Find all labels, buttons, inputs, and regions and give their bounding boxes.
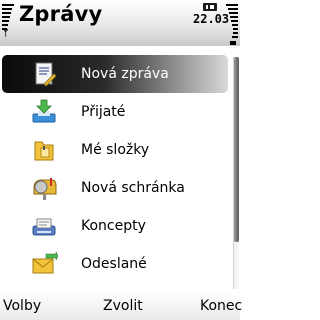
status-bar: ᛘ Zprávy 22.03 (0, 0, 240, 46)
drafts-icon (32, 218, 56, 236)
menu-item-label: Odeslané (81, 256, 147, 272)
page-title: Zprávy (19, 2, 103, 26)
softkey-bar: Volby Zvolit Konec (0, 292, 242, 320)
sent-icon (32, 251, 58, 274)
battery-indicator-icon (203, 3, 217, 11)
scrollbar-thumb[interactable] (234, 57, 239, 242)
exit-softkey[interactable]: Konec (200, 296, 242, 316)
menu-item-inbox[interactable]: Přijaté (0, 93, 232, 131)
my-folders-icon (34, 141, 54, 161)
battery-tip-icon (230, 41, 236, 45)
options-softkey[interactable]: Volby (3, 296, 41, 316)
antenna-icon: ᛘ (3, 29, 9, 39)
menu-item-new-message[interactable]: Nová zpráva (2, 55, 228, 93)
menu-item-my-folders[interactable]: Mé složky (0, 131, 232, 169)
menu-item-label: Přijaté (81, 104, 126, 120)
new-message-icon (35, 62, 57, 87)
menu-item-label: Nová zpráva (81, 66, 169, 82)
inbox-icon (32, 99, 56, 123)
mailbox-icon (33, 178, 57, 200)
menu-item-label: Mé složky (81, 142, 150, 158)
scrollbar[interactable] (233, 57, 239, 289)
battery-level-icon (224, 4, 238, 46)
menu-item-label: Koncepty (81, 218, 146, 234)
menu-item-new-mailbox[interactable]: Nová schránka (0, 169, 232, 207)
signal-strength-icon (2, 4, 16, 46)
menu-item-label: Nová schránka (81, 180, 185, 196)
select-softkey[interactable]: Zvolit (103, 296, 143, 316)
messaging-menu-list: Nová zpráva Přijaté Mé složky Nová schrá… (0, 55, 232, 283)
menu-item-drafts[interactable]: Koncepty (0, 207, 232, 245)
menu-item-sent[interactable]: Odeslané (0, 245, 232, 283)
